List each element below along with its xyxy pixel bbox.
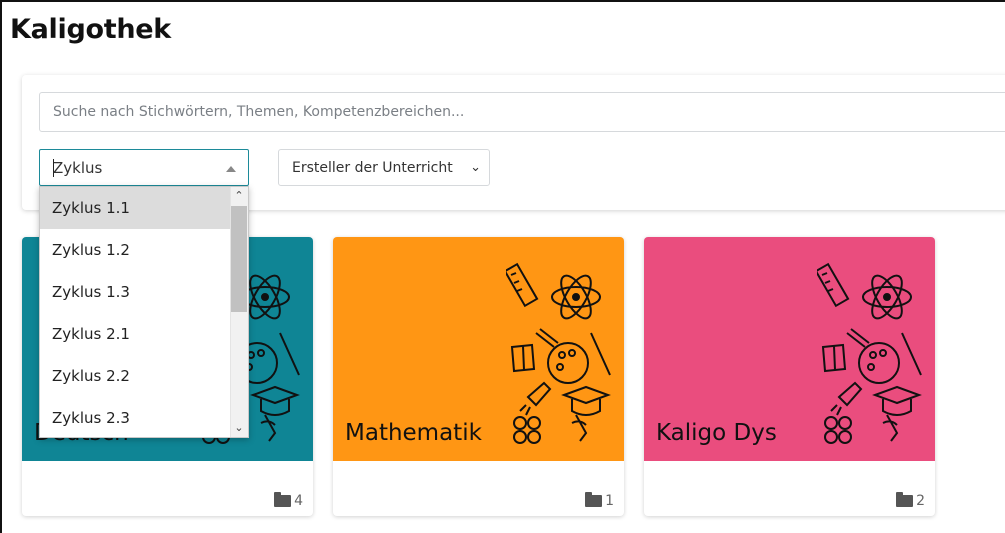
folder-icon: [896, 492, 914, 507]
folder-icon: [274, 492, 292, 507]
school-doodle-icon: [506, 262, 611, 444]
card-count: 2: [896, 492, 925, 509]
folder-icon: [585, 492, 603, 507]
card-count-value: 1: [605, 493, 614, 509]
card-count: 1: [585, 492, 614, 509]
dropdown-option[interactable]: Zyklus 1.3: [40, 271, 230, 313]
card-title: Kaligo Dys: [656, 420, 777, 446]
zyklus-select[interactable]: Zyklus: [39, 149, 249, 186]
ersteller-select[interactable]: Ersteller der Unterricht ⌄: [278, 149, 490, 186]
card-count-value: 2: [916, 493, 925, 509]
search-input[interactable]: [39, 92, 1005, 132]
card-title: Mathematik: [345, 420, 482, 446]
course-card-mathematik[interactable]: Mathematik 1: [333, 237, 624, 516]
dropdown-option[interactable]: Zyklus 2.2: [40, 355, 230, 397]
card-count: 4: [274, 492, 303, 509]
dropdown-option[interactable]: Zyklus 2.1: [40, 313, 230, 355]
school-doodle-icon: [817, 262, 922, 444]
caret-up-icon[interactable]: [226, 166, 236, 172]
course-card-kaligo-dys[interactable]: Kaligo Dys 2: [644, 237, 935, 516]
dropdown-option[interactable]: Zyklus 1.1: [40, 187, 230, 229]
dropdown-scrollbar-thumb[interactable]: [231, 206, 247, 312]
zyklus-dropdown-list[interactable]: Zyklus 1.1 Zyklus 1.2 Zyklus 1.3 Zyklus …: [39, 186, 249, 438]
card-count-value: 4: [294, 493, 303, 509]
scroll-down-icon[interactable]: ⌄: [230, 420, 248, 436]
scroll-up-icon[interactable]: ⌃: [230, 188, 248, 204]
page-title: Kaligothek: [10, 14, 171, 45]
ersteller-select-value: Ersteller der Unterricht: [292, 160, 453, 176]
zyklus-select-value: Zyklus: [53, 159, 103, 177]
dropdown-option[interactable]: Zyklus 1.2: [40, 229, 230, 271]
dropdown-option[interactable]: Zyklus 2.3: [40, 397, 230, 437]
chevron-down-icon: ⌄: [470, 160, 481, 175]
